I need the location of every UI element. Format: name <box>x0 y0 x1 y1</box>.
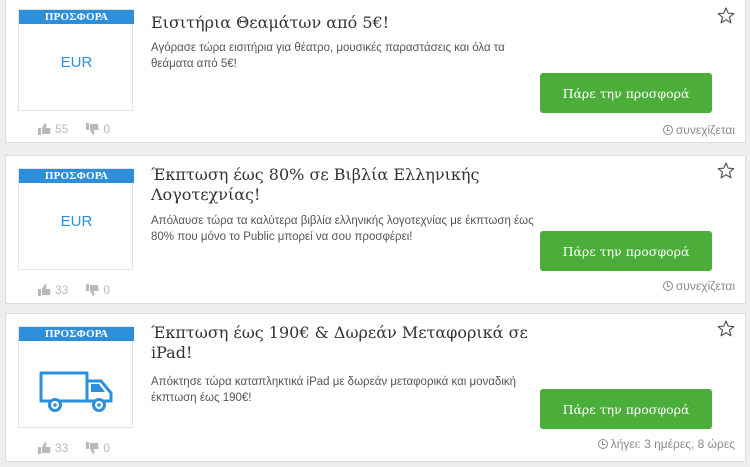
favorite-star-icon[interactable] <box>717 162 735 179</box>
offer-logo-text: EUR <box>60 54 93 71</box>
dislikes-count: 0 <box>103 441 111 455</box>
offers-list: ΠΡΟΣΦΟΡΑ EUR 55 0 Εισιτήρια Θεαμάτων από… <box>0 0 750 467</box>
favorite-star-icon[interactable] <box>717 320 735 337</box>
offer-status-text: λήγει: 3 ημέρες, 8 ώρες <box>610 437 735 451</box>
thumbs-up-icon[interactable] <box>38 442 51 454</box>
offer-status-text: συνεχίζεται <box>675 123 735 137</box>
offer-card: ΠΡΟΣΦΟΡΑ EUR 55 0 Εισιτήρια Θεαμάτων από… <box>5 0 746 143</box>
offer-logo-box[interactable]: ΠΡΟΣΦΟΡΑ <box>18 326 134 428</box>
thumbs-up-icon[interactable] <box>38 123 51 135</box>
offer-description: Αγόρασε τώρα εισιτήρια για θέατρο, μουσι… <box>151 42 505 70</box>
get-offer-button[interactable]: Πάρε την προσφορά <box>540 389 712 429</box>
get-offer-button[interactable]: Πάρε την προσφορά <box>540 231 712 271</box>
offer-title[interactable]: Έκπτωση έως 190€ & Δωρεάν Μεταφορικά σε … <box>151 323 531 363</box>
offer-card: ΠΡΟΣΦΟΡΑ EUR 33 0 Έκπτωση έως 80% σε Βιβ… <box>5 155 746 304</box>
clock-icon <box>662 125 673 135</box>
offer-description: Απόκτησε τώρα καταπληκτικά iPad με δωρεά… <box>151 376 517 404</box>
likes-count: 33 <box>55 441 69 455</box>
offer-logo-box[interactable]: ΠΡΟΣΦΟΡΑ EUR <box>18 9 134 111</box>
delivery-truck-icon <box>39 367 115 413</box>
offer-title[interactable]: Εισιτήρια Θεαμάτων από 5€! <box>151 13 531 33</box>
dislikes-count: 0 <box>103 283 111 297</box>
offer-title[interactable]: Έκπτωση έως 80% σε Βιβλία Ελληνικής Λογο… <box>151 165 531 205</box>
thumbs-down-icon[interactable] <box>86 123 99 135</box>
offer-badge: ΠΡΟΣΦΟΡΑ <box>19 10 134 24</box>
offer-badge: ΠΡΟΣΦΟΡΑ <box>19 169 134 183</box>
thumbs-down-icon[interactable] <box>86 284 99 296</box>
dislikes-count: 0 <box>103 122 111 136</box>
offer-votes: 55 0 <box>38 122 110 136</box>
offer-card: ΠΡΟΣΦΟΡΑ 33 0 Έκπτωση έως 190€ & Δωρεάν <box>5 313 746 462</box>
clock-icon <box>662 281 673 291</box>
likes-count: 55 <box>55 122 69 136</box>
thumbs-down-icon[interactable] <box>86 442 99 454</box>
offer-logo-text: EUR <box>60 213 93 230</box>
offer-status-text: συνεχίζεται <box>675 279 735 293</box>
offer-description: Απόλαυσε τώρα τα καλύτερα βιβλία ελληνικ… <box>151 215 534 243</box>
offer-status: συνεχίζεται <box>662 279 735 293</box>
clock-icon <box>597 439 608 449</box>
likes-count: 33 <box>55 283 69 297</box>
offer-badge: ΠΡΟΣΦΟΡΑ <box>19 327 134 341</box>
favorite-star-icon[interactable] <box>717 7 735 24</box>
offer-status: λήγει: 3 ημέρες, 8 ώρες <box>597 437 735 451</box>
offer-votes: 33 0 <box>38 441 110 455</box>
offer-votes: 33 0 <box>38 283 110 297</box>
get-offer-button[interactable]: Πάρε την προσφορά <box>540 73 712 113</box>
thumbs-up-icon[interactable] <box>38 284 51 296</box>
offer-status: συνεχίζεται <box>662 123 735 137</box>
offer-logo-box[interactable]: ΠΡΟΣΦΟΡΑ EUR <box>18 168 134 270</box>
